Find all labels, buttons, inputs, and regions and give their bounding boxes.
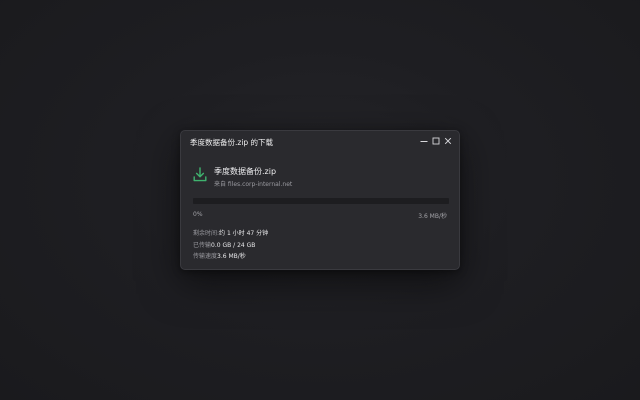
stat-remaining: 剩余时间:约 1 小时 47 分钟 [193, 228, 268, 240]
stat-remaining-value: 约 1 小时 47 分钟 [219, 230, 269, 237]
file-source: 来自 files.corp-internal.net [214, 181, 293, 188]
window-title: 季度数据备份.zip 的下载 [190, 138, 274, 147]
close-button[interactable] [443, 136, 453, 146]
progress-percent: 0% [193, 211, 203, 218]
maximize-icon [432, 137, 440, 145]
download-stats: 剩余时间:约 1 小时 47 分钟 已传输0.0 GB / 24 GB 传输速度… [193, 228, 268, 263]
progress-bar [193, 198, 449, 204]
window-controls [419, 136, 453, 146]
stat-remaining-label: 剩余时间: [193, 230, 220, 237]
stat-transferred-label: 已传输 [193, 241, 212, 249]
file-info: 季度数据备份.zip 来自 files.corp-internal.net [193, 165, 447, 189]
progress-speed: 3.6 MB/秒 [418, 213, 447, 220]
close-icon [444, 137, 452, 145]
stat-speed-label: 传输速度 [193, 253, 218, 260]
file-name: 季度数据备份.zip [214, 167, 277, 176]
minimize-button[interactable] [419, 136, 429, 146]
stat-transferred: 已传输0.0 GB / 24 GB [193, 240, 268, 252]
title-bar[interactable]: 季度数据备份.zip 的下载 [181, 131, 459, 153]
maximize-button[interactable] [431, 136, 441, 146]
minimize-icon [420, 141, 428, 142]
stat-transferred-value: 0.0 GB / 24 GB [211, 241, 256, 249]
download-dialog: 季度数据备份.zip 的下载 季度数据备份.zip 来自 files.corp-… [180, 130, 460, 270]
download-icon [193, 167, 207, 182]
stat-speed-value: 3.6 MB/秒 [217, 253, 246, 260]
stat-speed: 传输速度3.6 MB/秒 [193, 251, 268, 263]
